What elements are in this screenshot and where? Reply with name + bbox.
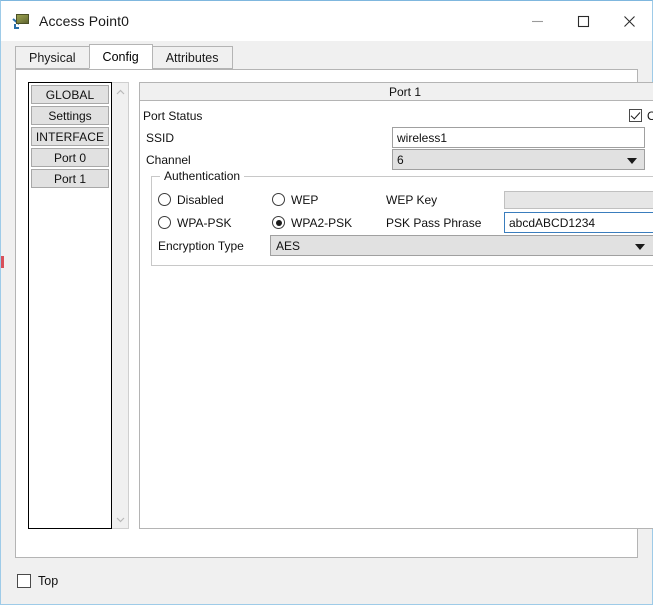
radio-wep[interactable]: WEP	[272, 193, 386, 207]
window-footer: Top	[1, 558, 652, 604]
tab-strip: Physical Config Attributes	[15, 44, 652, 69]
tab-physical[interactable]: Physical	[15, 46, 90, 69]
ssid-input[interactable]: wireless1	[392, 127, 645, 148]
radio-wpa2-psk[interactable]: WPA2-PSK	[272, 216, 386, 230]
psk-pass-phrase-label: PSK Pass Phrase	[386, 215, 482, 230]
radio-disabled-indicator[interactable]	[158, 193, 171, 206]
channel-row: Channel 6	[143, 149, 653, 170]
port-status-label: Port Status	[143, 108, 203, 123]
sidebar-item-settings[interactable]: Settings	[31, 106, 109, 125]
window-title: Access Point0	[39, 13, 130, 29]
ssid-label: SSID	[146, 130, 175, 145]
chevron-down-icon	[635, 243, 645, 250]
maximize-button[interactable]	[560, 1, 606, 41]
close-button[interactable]	[606, 1, 652, 41]
title-bar: Access Point0	[1, 1, 652, 41]
auth-row-1: Disabled WEP WEP Key	[158, 189, 653, 210]
tab-config[interactable]: Config	[88, 44, 153, 69]
encryption-type-dropdown[interactable]: AES	[270, 235, 653, 256]
encryption-type-label: Encryption Type	[158, 238, 244, 253]
minimize-button[interactable]	[514, 1, 560, 41]
scroll-up-icon[interactable]	[113, 83, 128, 100]
channel-label: Channel	[146, 152, 191, 167]
config-sidebar: GLOBAL Settings INTERFACE Port 0 Port 1	[28, 82, 112, 529]
auth-row-2: WPA-PSK WPA2-PSK PSK Pass Phrase abcdABC…	[158, 212, 653, 233]
authentication-group: Authentication Disabled WEP WEP Key WPA-…	[151, 169, 653, 266]
radio-disabled[interactable]: Disabled	[158, 193, 272, 207]
window-controls	[514, 1, 652, 41]
chevron-down-icon	[627, 157, 637, 164]
access-point-icon	[12, 13, 30, 30]
auth-row-3: Encryption Type AES	[158, 235, 653, 256]
authentication-group-label: Authentication	[160, 169, 245, 183]
config-panel: GLOBAL Settings INTERFACE Port 0 Port 1 …	[15, 69, 653, 558]
scroll-down-icon[interactable]	[113, 511, 128, 528]
port-status-checkbox[interactable]	[628, 109, 642, 122]
sidebar-item-port-0[interactable]: Port 0	[31, 148, 109, 167]
access-point-config-window: Access Point0 Physical Config Attributes…	[0, 0, 653, 605]
radio-wep-indicator[interactable]	[272, 193, 285, 206]
radio-wep-label: WEP	[291, 192, 319, 207]
port-status-checkbox-wrap[interactable]: On	[628, 108, 653, 123]
top-checkbox-label: Top	[38, 574, 59, 588]
port-settings-area: Port 1 Port Status On SSID wireless1 Cha…	[139, 82, 653, 529]
channel-dropdown[interactable]: 6	[392, 149, 645, 170]
tab-attributes[interactable]: Attributes	[151, 46, 233, 69]
encryption-type-value: AES	[276, 238, 301, 253]
port-panel-title: Port 1	[140, 83, 653, 101]
channel-value: 6	[397, 152, 404, 167]
ssid-row: SSID wireless1	[143, 127, 653, 148]
port-status-checkbox-label: On	[646, 108, 653, 123]
sidebar-scrollbar[interactable]	[112, 82, 129, 529]
left-edge-marker	[1, 256, 4, 268]
sidebar-item-interface[interactable]: INTERFACE	[31, 127, 109, 146]
psk-pass-phrase-input[interactable]: abcdABCD1234	[504, 212, 653, 233]
radio-wpa-psk-label: WPA-PSK	[177, 215, 232, 230]
wep-key-label: WEP Key	[386, 192, 438, 207]
sidebar-item-global[interactable]: GLOBAL	[31, 85, 109, 104]
port-status-row: Port Status On	[143, 105, 653, 126]
top-checkbox[interactable]	[17, 574, 31, 588]
radio-wpa2-psk-label: WPA2-PSK	[291, 215, 353, 230]
radio-wpa2-psk-indicator[interactable]	[272, 216, 285, 229]
radio-disabled-label: Disabled	[177, 192, 224, 207]
wep-key-input	[504, 190, 653, 209]
sidebar-item-port-1[interactable]: Port 1	[31, 169, 109, 188]
radio-wpa-psk-indicator[interactable]	[158, 216, 171, 229]
port-form: Port Status On SSID wireless1 Channel 6	[140, 101, 653, 266]
radio-wpa-psk[interactable]: WPA-PSK	[158, 216, 272, 230]
